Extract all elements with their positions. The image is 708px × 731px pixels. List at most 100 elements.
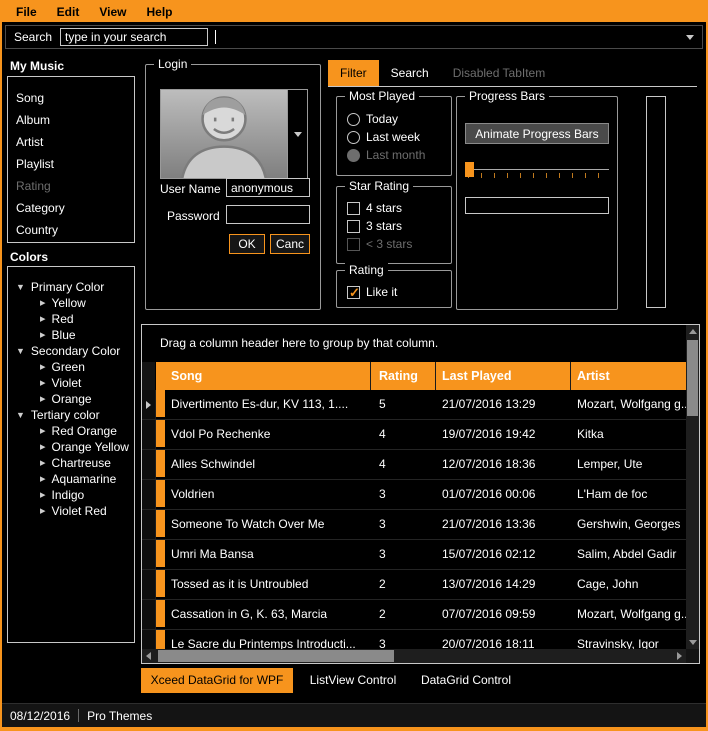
tab-xceed-datagrid[interactable]: Xceed DataGrid for WPF — [141, 668, 293, 693]
list-item-category[interactable]: Category — [8, 197, 134, 219]
radio-last-week[interactable]: Last week — [347, 129, 420, 145]
tree-node-indigo[interactable]: Indigo — [8, 487, 134, 503]
table-row[interactable]: Tossed as it is Untroubled 2 13/07/2016 … — [142, 570, 686, 600]
list-item-playlist[interactable]: Playlist — [8, 153, 134, 175]
tree-expander-icon[interactable] — [40, 363, 46, 372]
column-header-rating[interactable]: Rating — [371, 362, 436, 390]
tab-search[interactable]: Search — [379, 60, 441, 86]
app-window: File Edit View Help Search My Music Song… — [0, 0, 708, 731]
tree-node-secondary-color[interactable]: Secondary Color — [8, 343, 134, 359]
tree-node-label: Violet Red — [52, 504, 107, 518]
menu-view[interactable]: View — [89, 2, 136, 22]
chevron-down-icon — [294, 132, 302, 137]
table-row[interactable]: Umri Ma Bansa 3 15/07/2016 02:12 Salim, … — [142, 540, 686, 570]
checkbox-like-it[interactable]: Like it — [347, 284, 397, 300]
tree-expander-icon[interactable] — [40, 475, 46, 484]
tree-expander-icon[interactable] — [16, 411, 25, 420]
menu-edit[interactable]: Edit — [47, 2, 90, 22]
tree-expander-icon[interactable] — [40, 491, 46, 500]
cell-rating: 2 — [371, 600, 436, 629]
menu-help[interactable]: Help — [136, 2, 182, 22]
tree-expander-icon[interactable] — [40, 395, 46, 404]
tree-node-yellow[interactable]: Yellow — [8, 295, 134, 311]
datagrid: Drag a column header here to group by th… — [141, 324, 700, 664]
tree-expander-icon[interactable] — [40, 299, 46, 308]
table-row[interactable]: Cassation in G, K. 63, Marcia 2 07/07/20… — [142, 600, 686, 630]
row-indicator — [142, 570, 156, 599]
tree-node-chartreuse[interactable]: Chartreuse — [8, 455, 134, 471]
radio-label: Today — [366, 112, 398, 126]
scroll-right-button[interactable] — [673, 649, 686, 663]
column-header-artist[interactable]: Artist — [571, 362, 686, 390]
vertical-scrollbar[interactable] — [686, 325, 699, 649]
tree-node-aquamarine[interactable]: Aquamarine — [8, 471, 134, 487]
list-item-artist[interactable]: Artist — [8, 131, 134, 153]
tree-expander-icon[interactable] — [16, 283, 25, 292]
list-item-album[interactable]: Album — [8, 109, 134, 131]
table-row[interactable]: Someone To Watch Over Me 3 21/07/2016 13… — [142, 510, 686, 540]
tab-filter[interactable]: Filter — [328, 60, 379, 86]
table-row[interactable]: Alles Schwindel 4 12/07/2016 18:36 Lempe… — [142, 450, 686, 480]
ok-button[interactable]: OK — [229, 234, 265, 254]
table-row[interactable]: Divertimento Es-dur, KV 113, 1.... 5 21/… — [142, 390, 686, 420]
list-item-song[interactable]: Song — [8, 87, 134, 109]
tree-node-violet[interactable]: Violet — [8, 375, 134, 391]
cell-song: Tossed as it is Untroubled — [165, 570, 371, 599]
menu-file[interactable]: File — [6, 2, 47, 22]
cell-last-played: 20/07/2016 18:11 — [436, 630, 571, 649]
slider[interactable] — [465, 159, 609, 183]
table-row[interactable]: Le Sacre du Printemps Introducti... 3 20… — [142, 630, 686, 649]
vertical-progress-bar — [646, 96, 666, 308]
tree-expander-icon[interactable] — [40, 443, 46, 452]
status-app-title: Pro Themes — [87, 709, 152, 723]
cell-artist: Mozart, Wolfgang g... — [571, 390, 686, 419]
tree-node-red[interactable]: Red — [8, 311, 134, 327]
cell-rating: 2 — [371, 570, 436, 599]
vertical-scroll-thumb[interactable] — [687, 340, 698, 416]
list-item-country[interactable]: Country — [8, 219, 134, 241]
tree-node-red-orange[interactable]: Red Orange — [8, 423, 134, 439]
tree-expander-icon[interactable] — [40, 315, 46, 324]
checkbox-4-stars[interactable]: 4 stars — [347, 200, 402, 216]
horizontal-scrollbar[interactable] — [142, 649, 686, 663]
tree-node-violet-red[interactable]: Violet Red — [8, 503, 134, 519]
cancel-button[interactable]: Canc — [270, 234, 310, 254]
password-input[interactable] — [226, 205, 310, 224]
avatar-dropdown-button[interactable] — [287, 90, 307, 178]
tab-listview-control[interactable]: ListView Control — [299, 668, 407, 693]
tree-expander-icon[interactable] — [40, 459, 46, 468]
scroll-down-button[interactable] — [686, 636, 699, 649]
scroll-left-button[interactable] — [142, 649, 155, 663]
row-indicator — [142, 630, 156, 649]
column-header-last-played[interactable]: Last Played — [436, 362, 571, 390]
table-row[interactable]: Vdol Po Rechenke 4 19/07/2016 19:42 Kitk… — [142, 420, 686, 450]
table-row[interactable]: Voldrien 3 01/07/2016 00:06 L'Ham de foc — [142, 480, 686, 510]
scroll-up-button[interactable] — [686, 325, 699, 338]
tree-node-green[interactable]: Green — [8, 359, 134, 375]
search-input[interactable] — [60, 28, 208, 46]
checkbox-3-stars[interactable]: 3 stars — [347, 218, 402, 234]
tree-expander-icon[interactable] — [40, 427, 46, 436]
tree-expander-icon[interactable] — [40, 379, 46, 388]
tree-node-primary-color[interactable]: Primary Color — [8, 279, 134, 295]
tree-node-orange[interactable]: Orange — [8, 391, 134, 407]
horizontal-scroll-thumb[interactable] — [158, 650, 394, 662]
radio-icon — [347, 131, 360, 144]
row-selector-strip — [156, 600, 165, 629]
radio-today[interactable]: Today — [347, 111, 398, 127]
slider-thumb[interactable] — [465, 162, 474, 177]
tree-expander-icon[interactable] — [40, 331, 46, 340]
tree-node-tertiary-color[interactable]: Tertiary color — [8, 407, 134, 423]
tree-node-blue[interactable]: Blue — [8, 327, 134, 343]
animate-progress-button[interactable]: Animate Progress Bars — [465, 123, 609, 144]
chevron-down-icon[interactable] — [686, 35, 694, 40]
tree-expander-icon[interactable] — [40, 507, 46, 516]
tree-expander-icon[interactable] — [16, 347, 25, 356]
username-label: User Name — [160, 182, 221, 196]
tree-node-orange-yellow[interactable]: Orange Yellow — [8, 439, 134, 455]
column-header-song[interactable]: Song — [165, 362, 371, 390]
avatar-combobox[interactable] — [160, 89, 308, 179]
cell-last-played: 21/07/2016 13:29 — [436, 390, 571, 419]
tab-datagrid-control[interactable]: DataGrid Control — [413, 668, 519, 693]
username-input[interactable] — [226, 178, 310, 197]
